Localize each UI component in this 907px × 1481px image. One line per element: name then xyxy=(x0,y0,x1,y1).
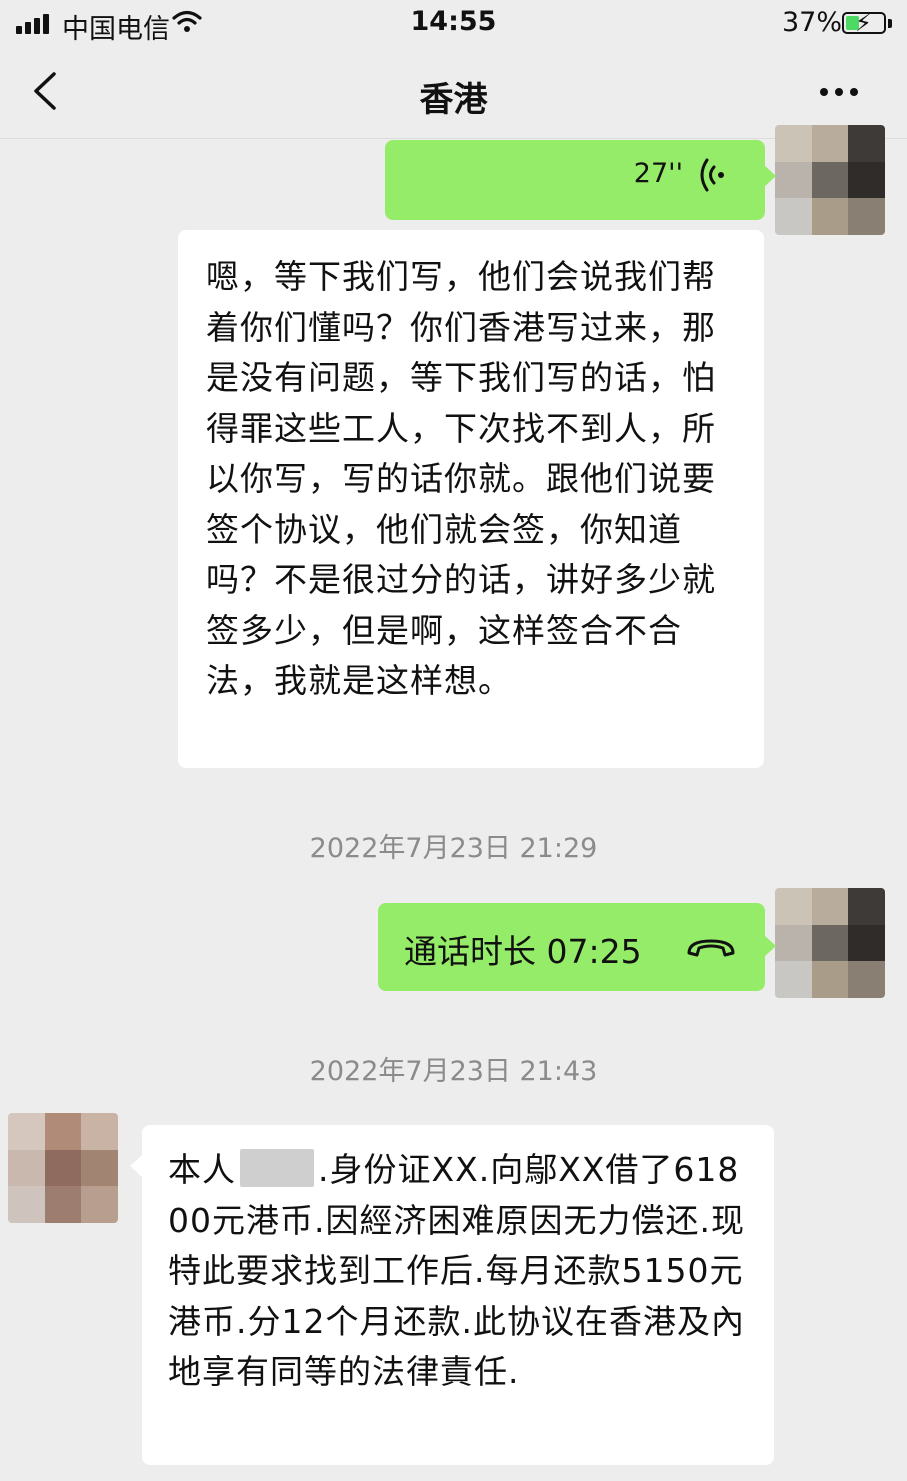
message-text-prefix: 本人 xyxy=(168,1150,236,1189)
message-text: 本人 .身份证XX.向鄔XX借了61800元港币.因經济困难原因无力偿还.现特此要… xyxy=(168,1145,752,1398)
message-timestamp: 2022年7月23日 21:43 xyxy=(309,1056,598,1087)
battery-percent: 37% xyxy=(782,7,843,38)
message-bubble[interactable]: 本人 .身份证XX.向鄔XX借了61800元港币.因經济困难原因无力偿还.现特此要… xyxy=(142,1125,774,1465)
chat-header: 香港 xyxy=(0,48,907,139)
phone-hangup-icon xyxy=(685,937,737,963)
voice-bubble-tail xyxy=(764,165,776,187)
voice-wave-icon xyxy=(699,154,729,200)
my-avatar[interactable] xyxy=(775,125,885,235)
message-bubble-tail xyxy=(130,1155,142,1177)
battery-cap xyxy=(888,19,892,28)
status-time: 14:55 xyxy=(410,6,497,37)
voice-message-bubble[interactable]: 27'' xyxy=(385,140,765,220)
call-record-bubble[interactable]: 通话时长 07:25 xyxy=(378,903,765,991)
message-text: 嗯，等下我们写，他们会说我们帮着你们懂吗？你们香港写过来，那是没有问题，等下我们… xyxy=(206,257,716,700)
call-bubble-tail xyxy=(764,935,776,957)
more-dots-icon[interactable] xyxy=(820,88,858,96)
status-bar: 中国电信 14:55 37% ⚡ xyxy=(0,0,907,48)
message-timestamp: 2022年7月23日 21:29 xyxy=(309,833,598,864)
contact-avatar[interactable] xyxy=(8,1113,118,1223)
chat-title: 香港 xyxy=(419,80,488,120)
message-bubble[interactable]: 嗯，等下我们写，他们会说我们帮着你们懂吗？你们香港写过来，那是没有问题，等下我们… xyxy=(178,230,764,768)
my-avatar[interactable] xyxy=(775,888,885,998)
charging-bolt-icon: ⚡ xyxy=(855,9,872,37)
redacted-name-block xyxy=(240,1149,314,1187)
call-duration-label: 通话时长 07:25 xyxy=(404,932,642,971)
voice-duration: 27'' xyxy=(633,158,683,189)
